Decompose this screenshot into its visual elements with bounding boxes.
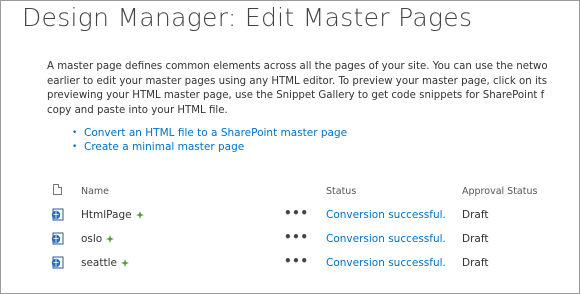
page-description: A master page defines common elements ac…: [47, 60, 580, 118]
html-file-icon[interactable]: [51, 256, 64, 269]
more-options-button[interactable]: •••: [284, 206, 309, 220]
approval-status: Draft: [462, 209, 489, 221]
checked-out-icon: [135, 211, 144, 219]
file-name-link[interactable]: HtmlPage: [81, 209, 132, 221]
convert-html-link[interactable]: Convert an HTML file to a SharePoint mas…: [84, 126, 347, 140]
bullet-icon: •: [72, 142, 78, 153]
file-name-link[interactable]: oslo: [81, 233, 102, 245]
column-header-name[interactable]: Name: [81, 186, 109, 197]
table-row: oslo ••• Conversion successful. Draft: [0, 230, 580, 252]
more-options-button[interactable]: •••: [284, 254, 309, 268]
conversion-status-link[interactable]: Conversion successful.: [326, 209, 446, 221]
table-row: HtmlPage ••• Conversion successful. Draf…: [0, 206, 580, 228]
checked-out-icon: [120, 259, 129, 267]
description-line: copy and paste into your HTML file.: [47, 104, 228, 116]
html-file-icon[interactable]: [51, 232, 64, 245]
file-name-link[interactable]: seattle: [81, 257, 117, 269]
document-icon[interactable]: [53, 184, 62, 195]
checked-out-icon: [106, 235, 115, 243]
link-row-convert: • Convert an HTML file to a SharePoint m…: [72, 126, 347, 140]
column-header-approval[interactable]: Approval Status: [462, 186, 537, 197]
approval-status: Draft: [462, 257, 489, 269]
html-file-icon[interactable]: [51, 208, 64, 221]
bullet-icon: •: [72, 128, 78, 138]
description-line: earlier to edit your master pages using …: [47, 75, 548, 87]
table-row: seattle ••• Conversion successful. Draft: [0, 254, 580, 276]
approval-status: Draft: [462, 233, 489, 245]
column-header-status[interactable]: Status: [326, 186, 356, 197]
link-row-create: • Create a minimal master page: [72, 140, 347, 154]
page-title: Design Manager: Edit Master Pages: [22, 3, 473, 32]
conversion-status-link[interactable]: Conversion successful.: [326, 233, 446, 245]
action-links: • Convert an HTML file to a SharePoint m…: [72, 126, 347, 155]
create-minimal-link[interactable]: Create a minimal master page: [84, 140, 244, 154]
more-options-button[interactable]: •••: [284, 230, 309, 244]
conversion-status-link[interactable]: Conversion successful.: [326, 257, 446, 269]
description-line: A master page defines common elements ac…: [47, 61, 548, 72]
description-line: previewing your HTML master page, use th…: [47, 90, 545, 102]
